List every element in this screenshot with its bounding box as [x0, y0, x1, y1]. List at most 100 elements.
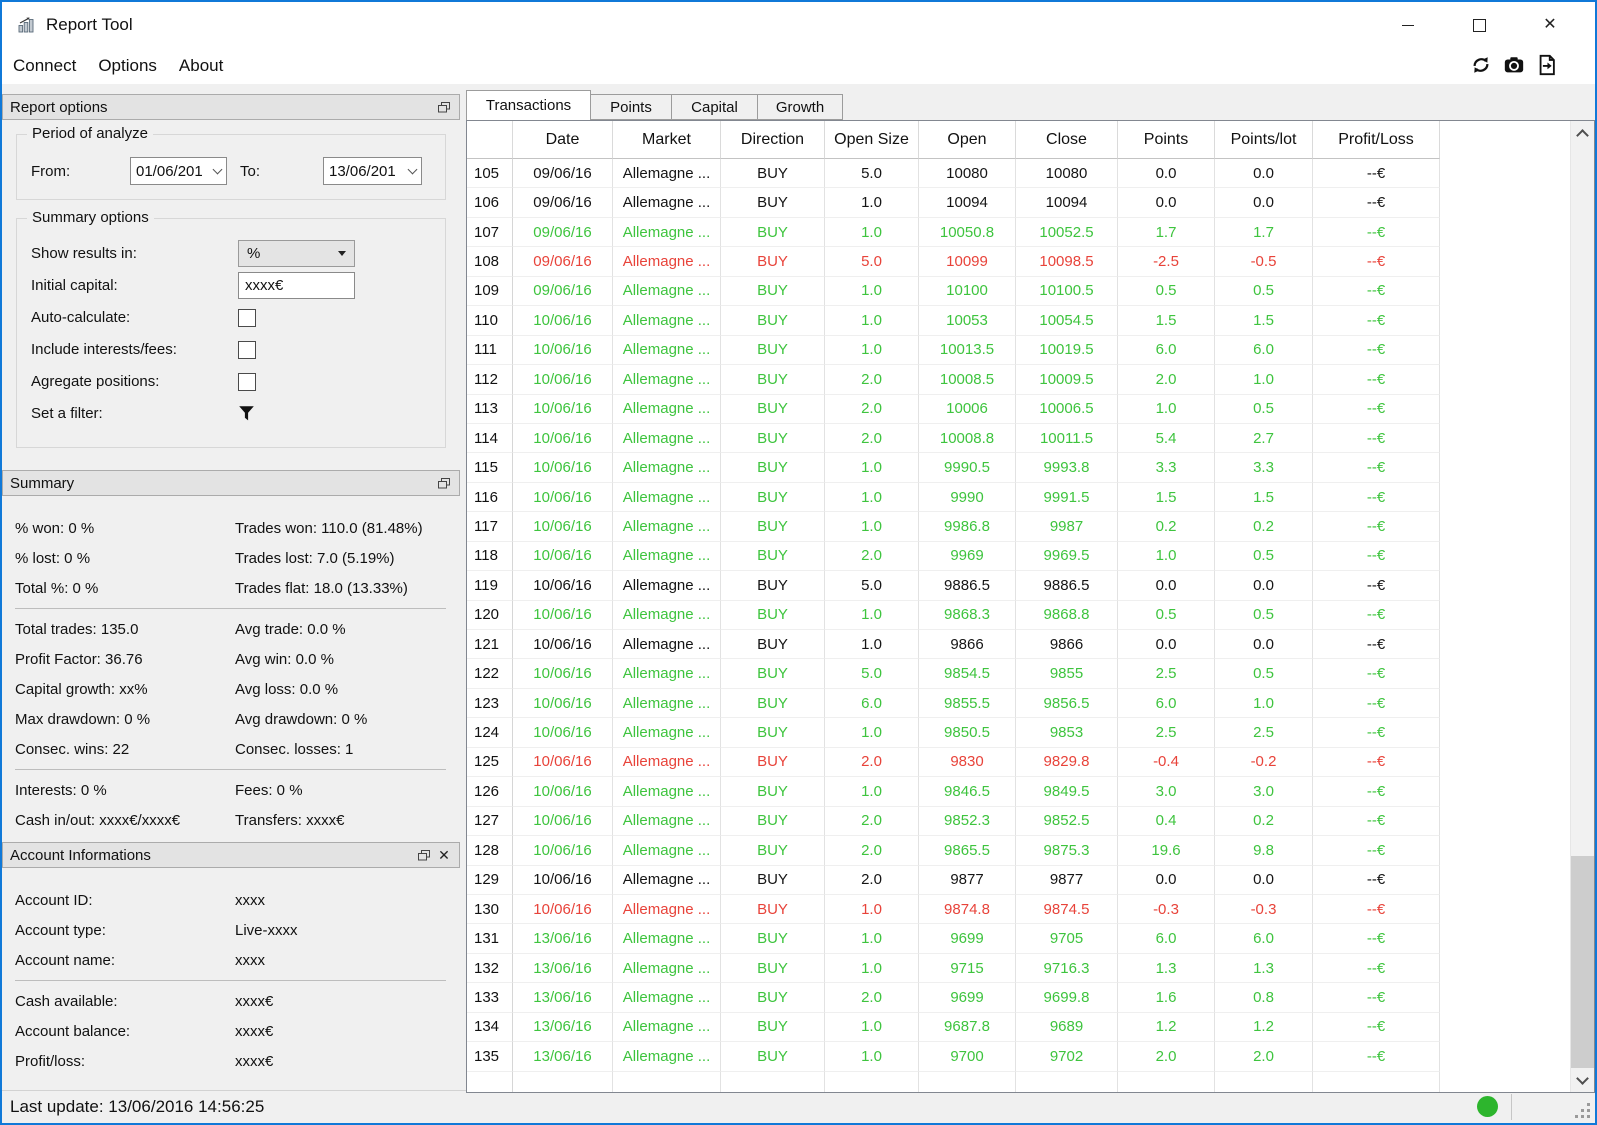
column-header-close[interactable]: Close: [1016, 121, 1118, 159]
table-row[interactable]: 13010/06/16Allemagne ...BUY1.09874.89874…: [467, 895, 1570, 924]
to-date-value: 13/06/201: [329, 163, 396, 180]
column-header-open[interactable]: Open: [919, 121, 1016, 159]
report-options-header[interactable]: Report options: [2, 94, 460, 120]
table-row[interactable]: 12710/06/16Allemagne ...BUY2.09852.39852…: [467, 807, 1570, 836]
table-row[interactable]: 11810/06/16Allemagne ...BUY2.099699969.5…: [467, 542, 1570, 571]
account-info-header[interactable]: Account Informations ✕: [2, 842, 460, 868]
table-row[interactable]: 11310/06/16Allemagne ...BUY2.01000610006…: [467, 395, 1570, 424]
float-panel-icon[interactable]: [416, 847, 432, 863]
summary-row-text: Interests: 0 %: [15, 782, 235, 799]
cell: 1.7: [1215, 218, 1313, 247]
from-date-combobox[interactable]: 01/06/201: [130, 157, 227, 185]
column-header-points-lot[interactable]: Points/lot: [1215, 121, 1313, 159]
table-row[interactable]: 11610/06/16Allemagne ...BUY1.099909991.5…: [467, 483, 1570, 512]
table-row[interactable]: 11110/06/16Allemagne ...BUY1.010013.5100…: [467, 336, 1570, 365]
scroll-up-button[interactable]: [1571, 121, 1594, 145]
tab-growth[interactable]: Growth: [757, 94, 843, 120]
refresh-button[interactable]: [1469, 53, 1493, 77]
table-row[interactable]: 13313/06/16Allemagne ...BUY2.096999699.8…: [467, 983, 1570, 1012]
table-row[interactable]: 13413/06/16Allemagne ...BUY1.09687.89689…: [467, 1013, 1570, 1042]
table-row[interactable]: 10809/06/16Allemagne ...BUY5.01009910098…: [467, 247, 1570, 276]
resize-grip-icon[interactable]: [1587, 1115, 1590, 1118]
table-row[interactable]: 11910/06/16Allemagne ...BUY5.09886.59886…: [467, 571, 1570, 600]
summary-row-text: Trades won: 110.0 (81.48%): [235, 520, 423, 537]
table-row[interactable]: 12510/06/16Allemagne ...BUY2.098309829.8…: [467, 748, 1570, 777]
cell: --€: [1313, 777, 1440, 806]
cell: 9865.5: [919, 836, 1016, 865]
include-fees-checkbox[interactable]: [238, 341, 256, 359]
table-row[interactable]: 12410/06/16Allemagne ...BUY1.09850.59853…: [467, 718, 1570, 747]
to-date-combobox[interactable]: 13/06/201: [323, 157, 422, 185]
table-row[interactable]: 13513/06/16Allemagne ...BUY1.0970097022.…: [467, 1042, 1570, 1071]
cell: BUY: [721, 777, 825, 806]
column-header-market[interactable]: Market: [613, 121, 721, 159]
table-row[interactable]: 12910/06/16Allemagne ...BUY2.0987798770.…: [467, 866, 1570, 895]
column-header-profit-loss[interactable]: Profit/Loss: [1313, 121, 1440, 159]
summary-row-text: Trades lost: 7.0 (5.19%): [235, 550, 395, 567]
screenshot-button[interactable]: [1502, 53, 1526, 77]
cell: 9855.5: [919, 689, 1016, 718]
cell: --€: [1313, 601, 1440, 630]
menu-about[interactable]: About: [168, 50, 234, 82]
cell: BUY: [721, 306, 825, 335]
table-row[interactable]: 12210/06/16Allemagne ...BUY5.09854.59855…: [467, 659, 1570, 688]
close-panel-icon[interactable]: ✕: [436, 847, 452, 863]
table-row[interactable]: 12110/06/16Allemagne ...BUY1.0986698660.…: [467, 630, 1570, 659]
table-row[interactable]: 10609/06/16Allemagne ...BUY1.01009410094…: [467, 188, 1570, 217]
column-header-direction[interactable]: Direction: [721, 121, 825, 159]
cell: Allemagne ...: [613, 748, 721, 777]
menu-connect[interactable]: Connect: [2, 50, 87, 82]
column-header-open-size[interactable]: Open Size: [825, 121, 919, 159]
initial-capital-input[interactable]: xxxx€: [238, 272, 355, 299]
table-row[interactable]: 11210/06/16Allemagne ...BUY2.010008.5100…: [467, 365, 1570, 394]
menu-options[interactable]: Options: [87, 50, 168, 82]
cell: 5.0: [825, 159, 919, 188]
table-row[interactable]: 12010/06/16Allemagne ...BUY1.09868.39868…: [467, 601, 1570, 630]
cell: 1.2: [1215, 1013, 1313, 1042]
minimize-button[interactable]: [1385, 8, 1431, 42]
cell: 10/06/16: [513, 630, 613, 659]
table-row[interactable]: 11710/06/16Allemagne ...BUY1.09986.89987…: [467, 512, 1570, 541]
tab-transactions[interactable]: Transactions: [466, 90, 591, 120]
float-panel-icon[interactable]: [436, 99, 452, 115]
summary-options-groupbox: Summary options Show results in: % Initi…: [16, 218, 446, 448]
table-row[interactable]: 12310/06/16Allemagne ...BUY6.09855.59856…: [467, 689, 1570, 718]
agregate-positions-checkbox[interactable]: [238, 373, 256, 391]
tab-points[interactable]: Points: [590, 94, 672, 120]
table-row[interactable]: 10709/06/16Allemagne ...BUY1.010050.8100…: [467, 218, 1570, 247]
close-button[interactable]: ✕: [1527, 8, 1573, 42]
filter-button[interactable]: [238, 405, 255, 422]
table-row[interactable]: 10909/06/16Allemagne ...BUY1.01010010100…: [467, 277, 1570, 306]
column-header-date[interactable]: Date: [513, 121, 613, 159]
table-row[interactable]: 11010/06/16Allemagne ...BUY1.01005310054…: [467, 306, 1570, 335]
cell: BUY: [721, 336, 825, 365]
column-header-rownum[interactable]: [467, 121, 513, 159]
auto-calculate-checkbox[interactable]: [238, 309, 256, 327]
cell: --€: [1313, 218, 1440, 247]
float-panel-icon[interactable]: [436, 475, 452, 491]
table-row[interactable]: 13113/06/16Allemagne ...BUY1.0969997056.…: [467, 924, 1570, 953]
row-number: 111: [467, 336, 513, 365]
table-row[interactable]: 12610/06/16Allemagne ...BUY1.09846.59849…: [467, 777, 1570, 806]
menubar: Connect Options About: [2, 47, 1595, 84]
table-row[interactable]: 10509/06/16Allemagne ...BUY5.01008010080…: [467, 159, 1570, 188]
account-row: Account type:Live-xxxx: [15, 915, 446, 945]
cell: -0.3: [1118, 895, 1215, 924]
tab-capital[interactable]: Capital: [671, 94, 758, 120]
summary-row-text: Avg drawdown: 0 %: [235, 711, 367, 728]
cell: 10009.5: [1016, 365, 1118, 394]
summary-header[interactable]: Summary: [2, 470, 460, 496]
table-row[interactable]: 13213/06/16Allemagne ...BUY1.097159716.3…: [467, 954, 1570, 983]
titlebar[interactable]: Report Tool ✕: [2, 2, 1595, 47]
vertical-scrollbar[interactable]: [1570, 121, 1594, 1092]
maximize-button[interactable]: [1456, 8, 1502, 42]
column-header-points[interactable]: Points: [1118, 121, 1215, 159]
cell: 09/06/16: [513, 277, 613, 306]
table-row[interactable]: 11410/06/16Allemagne ...BUY2.010008.8100…: [467, 424, 1570, 453]
show-results-combobox[interactable]: %: [238, 240, 355, 267]
table-row[interactable]: 11510/06/16Allemagne ...BUY1.09990.59993…: [467, 453, 1570, 482]
scroll-down-button[interactable]: [1571, 1068, 1594, 1092]
export-button[interactable]: [1535, 53, 1559, 77]
table-row[interactable]: 12810/06/16Allemagne ...BUY2.09865.59875…: [467, 836, 1570, 865]
scrollbar-thumb[interactable]: [1571, 856, 1594, 1068]
